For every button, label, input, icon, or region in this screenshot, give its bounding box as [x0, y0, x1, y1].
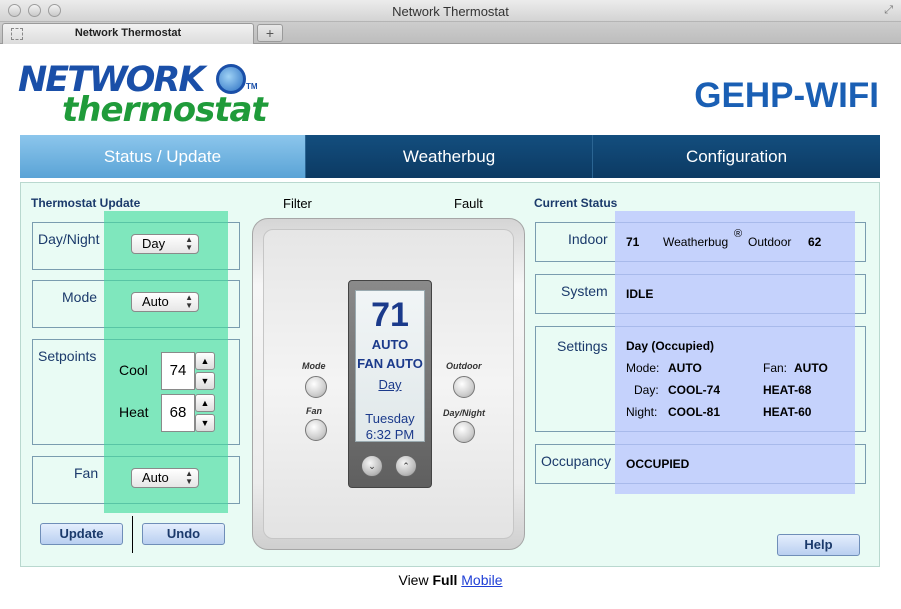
- occupancy-value: OCCUPIED: [626, 457, 690, 471]
- select-arrows-icon: ▲ ▼: [185, 293, 193, 310]
- heat-label: Heat: [119, 404, 149, 420]
- occupancy-label: Occupancy: [541, 453, 612, 469]
- weatherbug-label: Weatherbug: [663, 235, 729, 249]
- browser-tab-bar: Network Thermostat +: [0, 22, 901, 44]
- heat-up-button[interactable]: ▲: [195, 394, 215, 412]
- device-mode-button[interactable]: [305, 376, 327, 398]
- model-title: GEHP-WIFI: [694, 76, 879, 115]
- settings-day-label: Day:: [634, 383, 659, 397]
- settings-night-heat: HEAT-60: [763, 405, 812, 419]
- day-night-select-value: Day: [142, 236, 166, 251]
- heat-setpoint-field[interactable]: 68: [161, 394, 195, 432]
- fan-select[interactable]: Auto ▲ ▼: [131, 468, 199, 488]
- select-arrows-icon: ▲ ▼: [185, 235, 193, 252]
- mode-select[interactable]: Auto ▲ ▼: [131, 292, 199, 312]
- fullscreen-icon[interactable]: ⤢: [884, 4, 893, 17]
- settings-mode-label: Mode:: [626, 361, 660, 375]
- cool-setpoint-field[interactable]: 74: [161, 352, 195, 390]
- day-night-select[interactable]: Day ▲ ▼: [131, 234, 199, 254]
- outdoor-value: 62: [808, 235, 822, 249]
- screen-up-button[interactable]: ⌃: [395, 455, 417, 477]
- mode-label: Mode: [62, 289, 98, 305]
- device-outdoor-label: Outdoor: [446, 361, 482, 371]
- screen-fan: FAN AUTO: [357, 356, 423, 371]
- system-label: System: [561, 283, 608, 299]
- device-mode-label: Mode: [302, 361, 326, 371]
- outdoor-label: Outdoor: [748, 235, 792, 249]
- help-button[interactable]: Help: [777, 534, 860, 556]
- select-arrows-icon: ▲ ▼: [185, 469, 193, 486]
- network-thermostat-logo: NETWORK TM thermostat: [18, 60, 268, 130]
- device-daynight-label: Day/Night: [443, 408, 486, 418]
- device-outdoor-button[interactable]: [453, 376, 475, 398]
- day-night-label: Day/Night: [38, 231, 100, 247]
- cool-down-button[interactable]: ▼: [195, 372, 215, 390]
- main-nav: Status / Update Weatherbug Configuration: [20, 135, 880, 178]
- settings-fan-label: Fan:: [763, 361, 788, 375]
- indoor-label: Indoor: [568, 231, 608, 247]
- screen-temperature: 71: [371, 296, 409, 334]
- screen-down-button[interactable]: ⌄: [361, 455, 383, 477]
- tab-weatherbug[interactable]: Weatherbug: [306, 135, 593, 178]
- settings-mode-value: AUTO: [668, 361, 702, 375]
- tab-status-update[interactable]: Status / Update: [20, 135, 306, 178]
- window-titlebar: Network Thermostat ⤢: [0, 0, 901, 22]
- screen-period: Day: [378, 377, 402, 392]
- settings-night-label: Night:: [626, 405, 658, 419]
- settings-label: Settings: [557, 338, 608, 354]
- device-fan-button[interactable]: [305, 419, 327, 441]
- system-value: IDLE: [626, 287, 654, 301]
- new-tab-button[interactable]: +: [257, 24, 283, 42]
- heat-stepper: ▲ ▼: [195, 394, 215, 432]
- cool-label: Cool: [119, 362, 148, 378]
- button-divider: [132, 516, 133, 553]
- settings-fan-value: AUTO: [794, 361, 828, 375]
- update-button[interactable]: Update: [40, 523, 123, 545]
- cool-up-button[interactable]: ▲: [195, 352, 215, 370]
- mode-select-value: Auto: [142, 294, 169, 309]
- device-fan-label: Fan: [306, 406, 323, 416]
- browser-tab-label: Network Thermostat: [74, 27, 182, 39]
- screen-time: 6:32 PM: [365, 427, 415, 442]
- fan-label: Fan: [74, 465, 99, 481]
- current-status-title: Current Status: [534, 196, 618, 210]
- window-title: Network Thermostat: [392, 4, 509, 19]
- view-prefix: View: [398, 572, 429, 588]
- fan-select-value: Auto: [142, 470, 169, 485]
- undo-button[interactable]: Undo: [142, 523, 225, 545]
- view-links: View Full Mobile: [0, 572, 901, 588]
- indoor-value: 71: [626, 235, 640, 249]
- device-daynight-button[interactable]: [453, 421, 475, 443]
- setpoints-label: Setpoints: [38, 348, 97, 364]
- cool-stepper: ▲ ▼: [195, 352, 215, 390]
- view-full: Full: [432, 572, 458, 588]
- heat-down-button[interactable]: ▼: [195, 414, 215, 432]
- fault-label: Fault: [454, 196, 483, 211]
- thermostat-update-title: Thermostat Update: [31, 196, 141, 210]
- settings-day-heat: HEAT-68: [763, 383, 812, 397]
- logo-line2: thermostat: [62, 90, 268, 130]
- view-mobile-link[interactable]: Mobile: [461, 572, 502, 588]
- settings-night-cool: COOL-81: [668, 405, 721, 419]
- registered-mark: ®: [734, 228, 743, 240]
- settings-period: Day (Occupied): [626, 339, 715, 353]
- tab-configuration[interactable]: Configuration: [593, 135, 880, 178]
- browser-tab[interactable]: Network Thermostat: [2, 23, 254, 44]
- settings-day-cool: COOL-74: [668, 383, 721, 397]
- filter-label: Filter: [283, 196, 312, 211]
- screen-day: Tuesday: [365, 411, 415, 426]
- screen-mode: AUTO: [371, 337, 409, 352]
